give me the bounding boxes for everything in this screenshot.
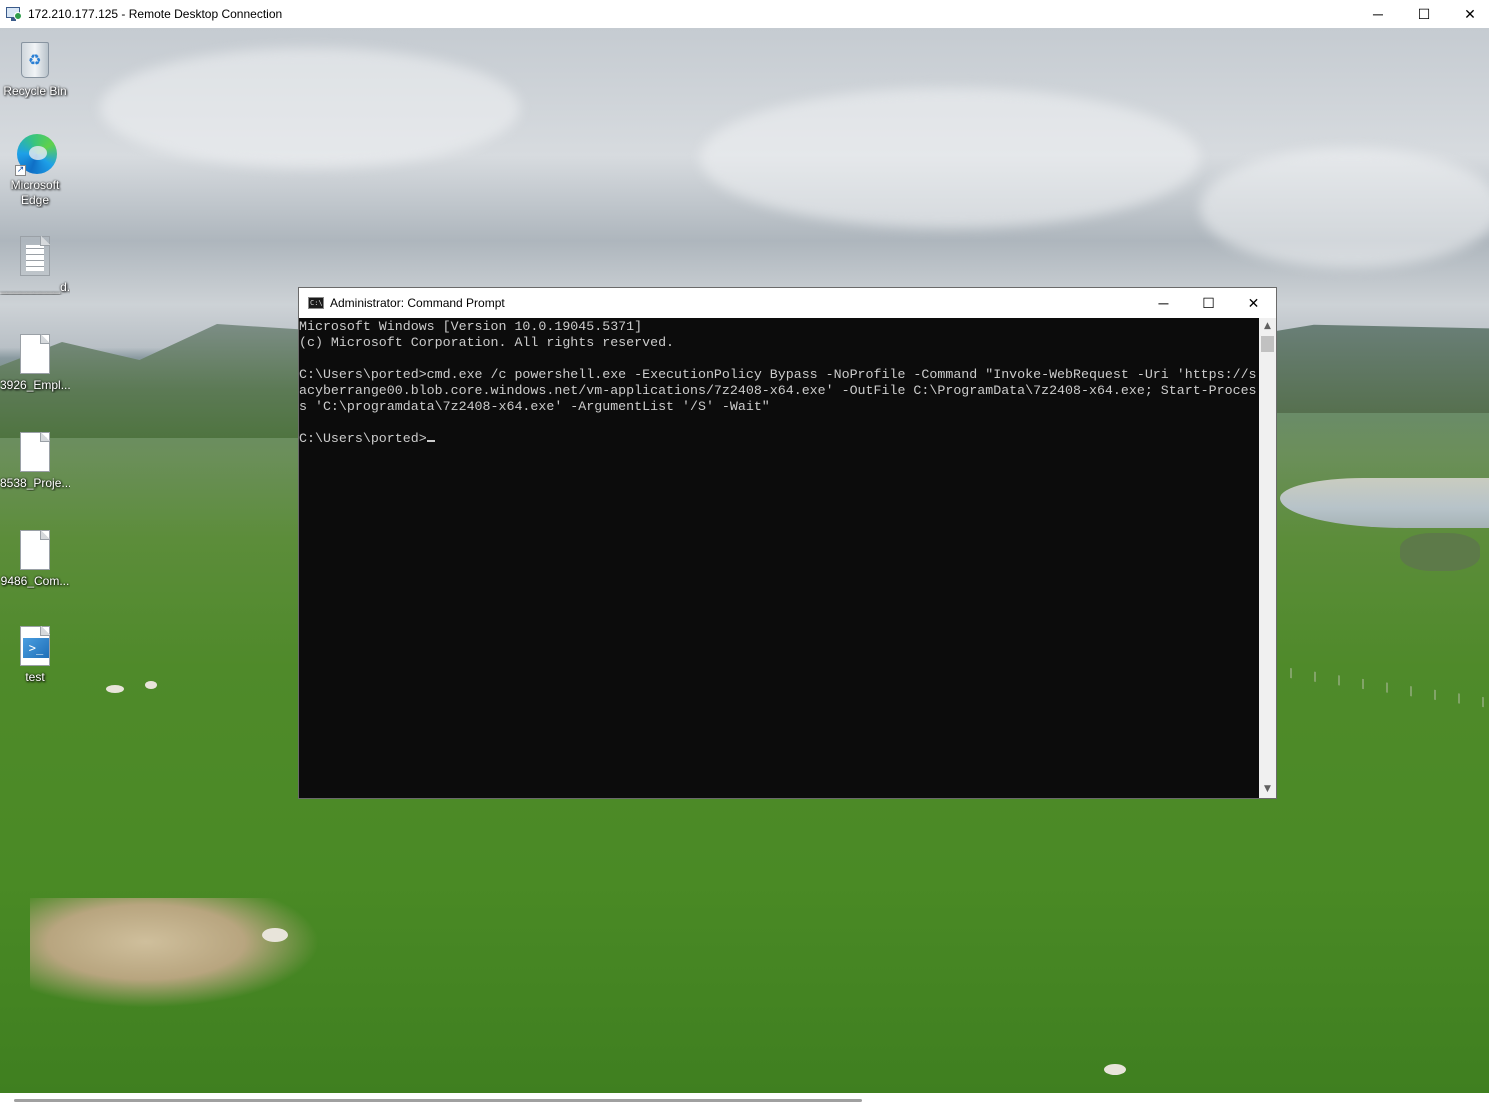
rdp-maximize-button[interactable]: ☐ bbox=[1401, 0, 1447, 28]
desktop-icon-label: _________d... bbox=[0, 280, 70, 294]
cmd-vertical-scrollbar[interactable]: ▲ ▼ bbox=[1259, 318, 1276, 798]
desktop-icon-8538[interactable]: 8538_Proje... bbox=[0, 430, 70, 491]
cmd-icon: C:\ bbox=[308, 297, 324, 309]
console-line: s 'C:\programdata\7z2408-x64.exe' -Argum… bbox=[299, 399, 770, 414]
sheep bbox=[106, 685, 124, 693]
desktop-icon-recycle-bin[interactable]: Recycle Bin bbox=[0, 38, 70, 99]
cmd-window-title: Administrator: Command Prompt bbox=[330, 296, 505, 310]
mountain-right bbox=[1270, 324, 1489, 413]
console-line: C:\Users\ported>cmd.exe /c powershell.ex… bbox=[299, 367, 1257, 382]
desktop-icon-microsoft-edge[interactable]: ↗ Microsoft Edge bbox=[0, 132, 70, 208]
desktop-icon-label: 9486_Com... bbox=[0, 574, 70, 588]
fence bbox=[1290, 668, 1489, 708]
console-prompt: C:\Users\ported> bbox=[299, 431, 427, 446]
remote-desktop-icon bbox=[6, 6, 22, 22]
console-line: (c) Microsoft Corporation. All rights re… bbox=[299, 335, 675, 350]
shortcut-arrow-icon: ↗ bbox=[15, 165, 26, 176]
scrollbar-thumb[interactable] bbox=[1261, 336, 1274, 352]
hedge bbox=[1400, 533, 1480, 571]
rdp-window-title: 172.210.177.125 - Remote Desktop Connect… bbox=[28, 7, 283, 21]
desktop-icon-test[interactable]: >_ test bbox=[0, 624, 70, 685]
rdp-titlebar: 172.210.177.125 - Remote Desktop Connect… bbox=[0, 0, 1493, 28]
file-icon bbox=[20, 334, 50, 374]
rdp-minimize-button[interactable]: ─ bbox=[1355, 0, 1401, 28]
sand-patch bbox=[30, 898, 320, 1008]
desktop-icon-9486[interactable]: 9486_Com... bbox=[0, 528, 70, 589]
text-cursor bbox=[426, 440, 435, 442]
text-document-icon bbox=[20, 236, 50, 276]
rdp-vertical-scrollbar[interactable] bbox=[1489, 28, 1493, 1093]
file-icon bbox=[20, 432, 50, 472]
powershell-glyph-icon: >_ bbox=[23, 638, 49, 658]
desktop-icon-label: 8538_Proje... bbox=[0, 476, 70, 490]
rdp-close-button[interactable]: ✕ bbox=[1447, 0, 1493, 28]
rdp-horizontal-scrollbar[interactable] bbox=[0, 1093, 1493, 1107]
sheep bbox=[145, 681, 157, 689]
sheep bbox=[1104, 1064, 1126, 1075]
cmd-titlebar[interactable]: C:\ Administrator: Command Prompt ─ ☐ ✕ bbox=[299, 288, 1276, 318]
cmd-minimize-button[interactable]: ─ bbox=[1141, 288, 1186, 318]
console-prompt-line[interactable]: C:\Users\ported> bbox=[299, 431, 1259, 447]
cmd-window-controls: ─ ☐ ✕ bbox=[1141, 288, 1276, 318]
desktop-icon-label: Recycle Bin bbox=[3, 84, 67, 98]
console-line: acyberrange00.blob.core.windows.net/vm-a… bbox=[299, 383, 1257, 398]
desktop-icon-label: 3926_Empl... bbox=[0, 378, 70, 392]
cmd-close-button[interactable]: ✕ bbox=[1231, 288, 1276, 318]
desktop-icon-label: Microsoft Edge bbox=[10, 178, 60, 207]
file-icon bbox=[20, 530, 50, 570]
desktop-icon-document[interactable]: _________d... bbox=[0, 234, 70, 295]
command-prompt-window[interactable]: C:\ Administrator: Command Prompt ─ ☐ ✕ … bbox=[298, 287, 1277, 799]
sheep bbox=[262, 928, 288, 942]
sea bbox=[1280, 478, 1489, 528]
scroll-up-arrow-icon[interactable]: ▲ bbox=[1259, 318, 1276, 335]
cmd-console-output[interactable]: Microsoft Windows [Version 10.0.19045.53… bbox=[299, 318, 1259, 798]
desktop-icon-3926[interactable]: 3926_Empl... bbox=[0, 332, 70, 393]
recycle-bin-icon bbox=[21, 42, 49, 78]
cmd-maximize-button[interactable]: ☐ bbox=[1186, 288, 1231, 318]
cloud bbox=[700, 88, 1200, 228]
desktop-icon-label: test bbox=[25, 670, 45, 684]
console-line: Microsoft Windows [Version 10.0.19045.53… bbox=[299, 319, 643, 334]
rdp-window-controls: ─ ☐ ✕ bbox=[1355, 0, 1493, 28]
cloud bbox=[100, 48, 520, 168]
cloud bbox=[1200, 148, 1489, 268]
scroll-down-arrow-icon[interactable]: ▼ bbox=[1259, 781, 1276, 798]
rdp-horizontal-scrollbar-thumb[interactable] bbox=[14, 1099, 862, 1102]
